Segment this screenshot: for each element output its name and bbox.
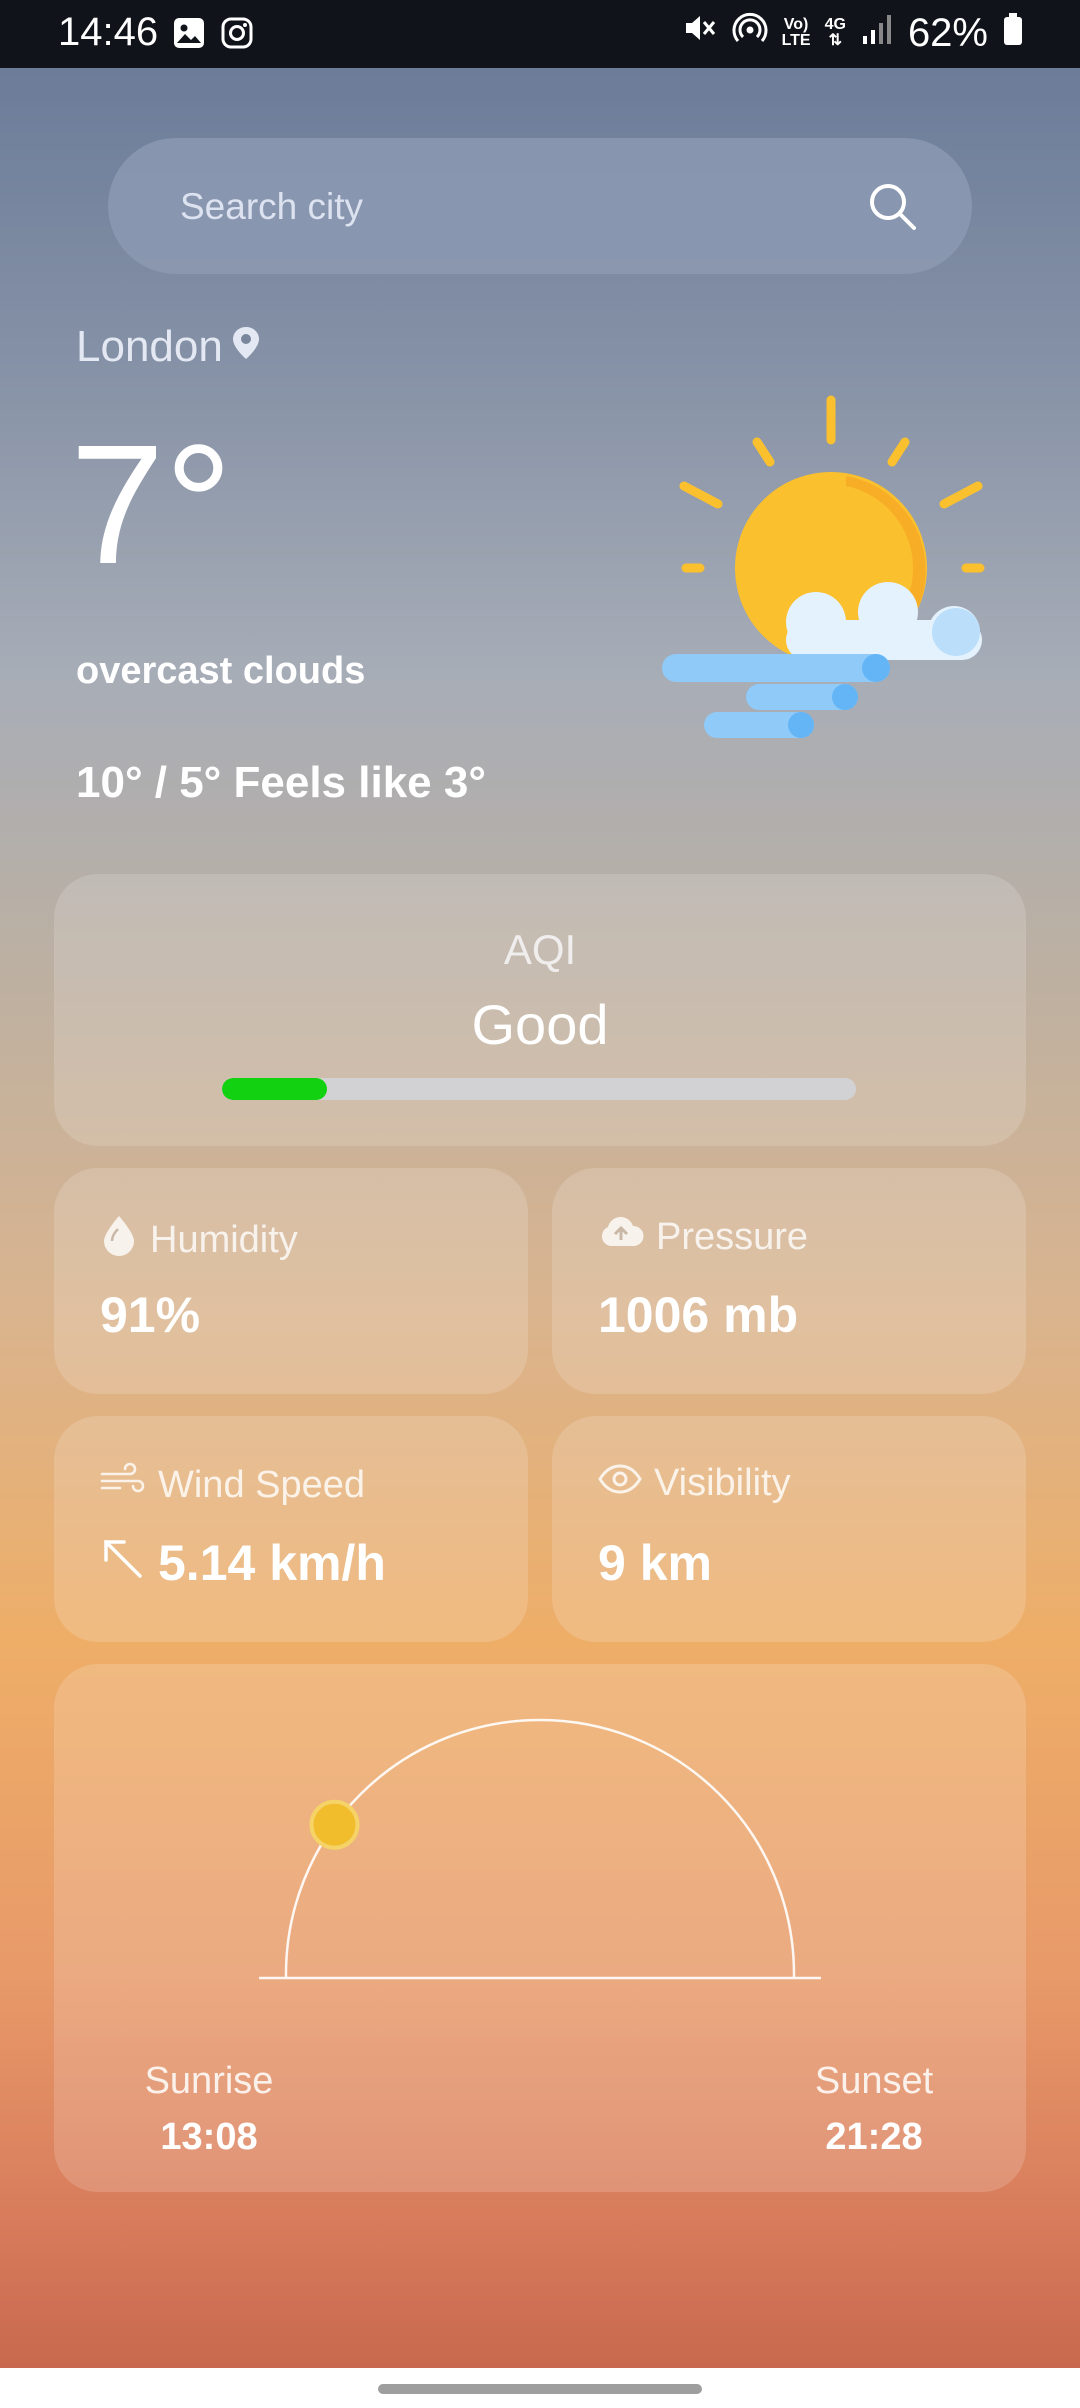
home-gesture-handle[interactable] [378,2384,702,2394]
sun-position-marker [309,1799,360,1850]
wind-value: 5.14 km/h [158,1535,386,1591]
sunset-time: 21:28 [825,2116,923,2158]
aqi-label: AQI [503,926,577,973]
eye-icon [598,1462,642,1505]
status-time: 14:46 [58,10,159,54]
gallery-icon [172,16,206,55]
pressure-value: 1006 mb [598,1287,799,1343]
hotspot-icon [732,10,768,56]
search-bar [108,138,972,276]
sunrise-time: 13:08 [160,2116,258,2158]
wind-label: Wind Speed [158,1463,366,1506]
aqi-progress-bar [222,1078,856,1100]
sun-path-chart [259,1718,821,1980]
weather-description: overcast clouds [76,650,366,692]
cloud-upload-icon [598,1214,644,1260]
current-temperature: 7° [70,410,233,600]
humidity-label: Humidity [150,1218,298,1261]
visibility-value: 9 km [598,1535,712,1591]
city-location: London [76,322,261,372]
aqi-card: AQI Good [54,874,1026,1146]
instagram-icon [220,16,254,55]
humidity-value: 91% [100,1287,201,1343]
pressure-card: Pressure 1006 mb [552,1168,1026,1394]
aqi-value: Good [471,993,609,1056]
data-arrows-icon: 4G ⇅ [824,16,846,49]
search-input[interactable] [178,138,832,276]
visibility-card: Visibility 9 km [552,1416,1026,1642]
humidity-card: Humidity 91% [54,1168,528,1394]
signal-icon [860,11,894,56]
sun-path-card: Sunrise 13:08 Sunset 21:28 [54,1664,1026,2192]
battery-icon [1002,11,1024,56]
status-bar: 14:46 Vo) LTE 4G ⇅ 62% [0,0,1080,68]
water-drop-icon [100,1214,138,1266]
pressure-label: Pressure [656,1215,809,1258]
aqi-progress-fill [222,1078,327,1100]
battery-percent: 62% [907,10,988,55]
wind-card: Wind Speed 5.14 km/h [54,1416,528,1642]
location-pin-icon [231,322,261,372]
sunset-label: Sunset [814,2060,934,2102]
temperature-range: 10° / 5° Feels like 3° [76,758,486,807]
sunrise-label: Sunrise [144,2060,274,2102]
visibility-label: Visibility [654,1462,791,1504]
sun-behind-cloud-icon [656,390,1008,750]
city-name: London [76,322,223,371]
volte-icon: Vo) LTE [781,16,811,49]
wind-icon [100,1462,146,1508]
mute-icon [682,10,718,56]
sun-arc-path [284,1718,796,1978]
search-icon[interactable] [864,178,920,234]
wind-direction-arrow-icon [100,1534,144,1592]
